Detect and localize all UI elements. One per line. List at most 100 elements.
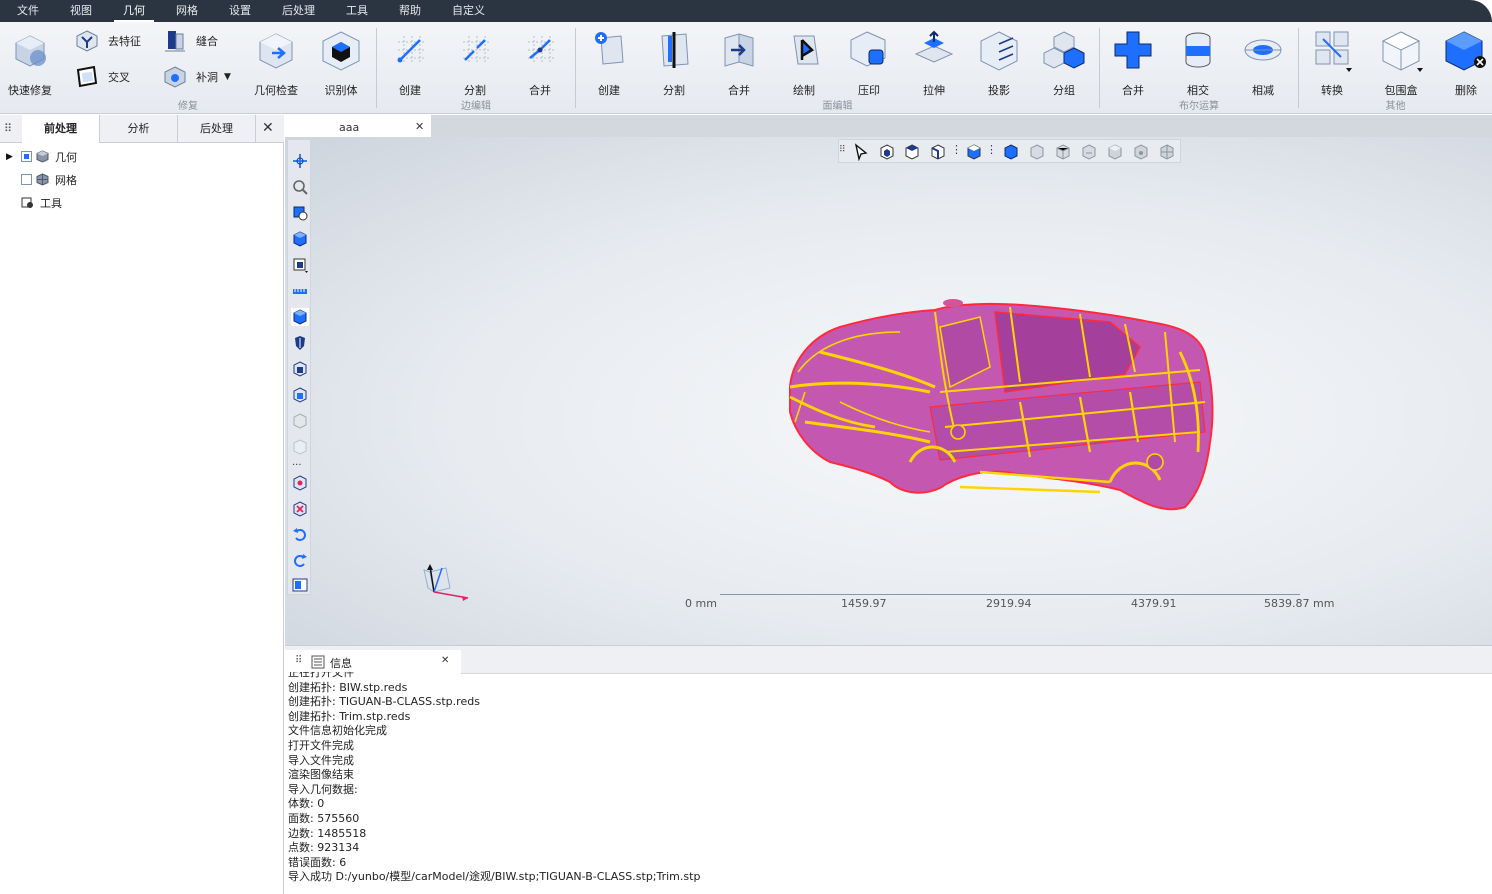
document-tabbar: aaa ✕ (285, 115, 1492, 137)
checkbox[interactable] (21, 174, 32, 185)
recognize-body-icon (322, 31, 360, 71)
checkbox[interactable] (21, 151, 32, 162)
imprint-button[interactable]: 压印 (841, 28, 897, 97)
more-options-icon[interactable]: ··· (292, 460, 302, 471)
geometry-check-button[interactable]: 几何检查 (248, 28, 304, 97)
view-front-icon[interactable] (291, 360, 309, 378)
tree-item-tools[interactable]: 工具 (0, 191, 283, 214)
redo-icon[interactable] (291, 552, 309, 570)
defeature-button[interactable]: 去特征 (74, 28, 141, 54)
zoom-fit-icon[interactable] (291, 204, 309, 222)
patch-hole-button[interactable]: 补洞 ▼ (162, 64, 231, 90)
shield-view-icon[interactable] (291, 334, 309, 352)
tab-preprocess[interactable]: 前处理 (22, 115, 100, 143)
info-tab[interactable]: ⠿ 信息 ✕ (285, 650, 461, 674)
display-mesh-icon[interactable] (1158, 143, 1176, 161)
cube-icon (36, 150, 49, 163)
document-tab-label: aaa (339, 121, 360, 134)
car-model[interactable] (780, 292, 1220, 517)
menu-postprocess[interactable]: 后处理 (273, 0, 324, 22)
stitch-button[interactable]: 缝合 (162, 28, 218, 54)
menu-mesh[interactable]: 网格 (167, 0, 207, 22)
group-icon (1043, 31, 1085, 69)
display-transparent-icon[interactable] (1106, 143, 1124, 161)
select-vertex-icon[interactable] (965, 143, 983, 161)
undo-icon[interactable] (291, 526, 309, 544)
pan-icon[interactable] (291, 152, 309, 170)
boolean-subtract-button[interactable]: 相减 (1235, 28, 1291, 97)
group-other: 转换 包围盒 删除 其他 (1299, 22, 1492, 114)
edge-merge-button[interactable]: 合并 (512, 28, 568, 97)
quick-repair-button[interactable]: 快速修复 (2, 28, 58, 97)
3d-viewport[interactable]: ··· ⠿ ⋮ ⋮ 0 mm 1459.97 2919.94 4379.91 5… (285, 137, 1492, 645)
drag-handle-icon[interactable]: ⠿ (839, 145, 846, 155)
boolean-union-button[interactable]: 合并 (1105, 28, 1161, 97)
boolean-intersect-button[interactable]: 相交 (1170, 28, 1226, 97)
view-back-icon[interactable] (291, 386, 309, 404)
close-panel-icon[interactable]: ✕ (262, 120, 274, 136)
recognize-body-button[interactable]: 识别体 (313, 28, 369, 97)
select-body-icon[interactable] (878, 143, 896, 161)
view-iso-icon[interactable] (291, 412, 309, 430)
select-edge-icon[interactable] (929, 143, 947, 161)
info-tabbar: ⠿ 信息 ✕ (285, 646, 1492, 674)
face-merge-button[interactable]: 合并 (711, 28, 767, 97)
zoom-icon[interactable] (291, 178, 309, 196)
tree-item-mesh[interactable]: 网格 (0, 168, 283, 191)
drag-handle-icon[interactable]: ⠿ (295, 655, 302, 666)
log-line: 文件信息初始化完成 (288, 724, 387, 738)
delete-button[interactable]: 删除 (1438, 28, 1492, 97)
measure-ruler-icon[interactable] (291, 282, 309, 300)
shaded-mode-icon[interactable] (291, 308, 309, 326)
edge-split-button[interactable]: 分割 (447, 28, 503, 97)
display-wire-icon[interactable] (1028, 143, 1046, 161)
menu-view[interactable]: 视图 (61, 0, 101, 22)
tab-postprocess[interactable]: 后处理 (178, 115, 256, 143)
extrude-button[interactable]: 拉伸 (906, 28, 962, 97)
log-line: 创建拓扑: Trim.stp.reds (288, 709, 411, 723)
info-list-icon (311, 655, 325, 669)
boolean-intersect-icon (1185, 32, 1211, 68)
face-draw-button[interactable]: 绘制 (776, 28, 832, 97)
view-hidden-icon[interactable] (291, 438, 309, 456)
view-bottom-icon[interactable] (291, 500, 309, 518)
patch-dropdown-caret[interactable]: ▼ (224, 72, 231, 82)
display-edges-icon[interactable] (1054, 143, 1072, 161)
rotate-view-icon[interactable] (291, 230, 309, 248)
tree-item-label: 网格 (55, 173, 77, 187)
screenshot-icon[interactable] (291, 576, 309, 594)
section-view-icon[interactable] (291, 256, 309, 274)
expand-arrow-icon[interactable]: ▶ (6, 152, 13, 162)
edge-create-button[interactable]: 创建 (382, 28, 438, 97)
display-shaded-icon[interactable] (1002, 143, 1020, 161)
close-tab-icon[interactable]: ✕ (441, 655, 449, 666)
project-button[interactable]: 投影 (971, 28, 1027, 97)
display-points-icon[interactable] (1132, 143, 1150, 161)
select-pointer-icon[interactable] (853, 143, 871, 161)
drag-handle-icon[interactable]: ⠿ (4, 122, 18, 136)
menu-file[interactable]: 文件 (8, 0, 48, 22)
patch-hole-icon (164, 66, 186, 88)
view-top-icon[interactable] (291, 474, 309, 492)
menu-geometry[interactable]: 几何 (114, 0, 154, 22)
menu-custom[interactable]: 自定义 (443, 0, 494, 22)
close-tab-icon[interactable]: ✕ (415, 120, 424, 133)
menu-settings[interactable]: 设置 (220, 0, 260, 22)
menu-tools[interactable]: 工具 (337, 0, 377, 22)
group-button[interactable]: 分组 (1036, 28, 1092, 97)
document-tab[interactable]: aaa ✕ (285, 115, 431, 137)
group-label-edge-edit: 边编辑 (461, 101, 491, 112)
face-create-button[interactable]: 创建 (581, 28, 637, 97)
display-hidden-line-icon[interactable] (1080, 143, 1098, 161)
menu-help[interactable]: 帮助 (390, 0, 430, 22)
face-split-button[interactable]: 分割 (646, 28, 702, 97)
info-tab-title: 信息 (330, 657, 352, 670)
convert-button[interactable]: 转换 (1304, 28, 1360, 97)
select-face-icon[interactable] (903, 143, 921, 161)
tree-item-label: 几何 (55, 150, 77, 164)
bounding-box-button[interactable]: 包围盒 (1373, 28, 1429, 97)
intersect-button[interactable]: 交叉 (74, 64, 130, 90)
tree-item-geometry[interactable]: ▶ 几何 (0, 145, 283, 168)
face-split-icon (661, 32, 689, 68)
tab-analysis[interactable]: 分析 (100, 115, 178, 143)
